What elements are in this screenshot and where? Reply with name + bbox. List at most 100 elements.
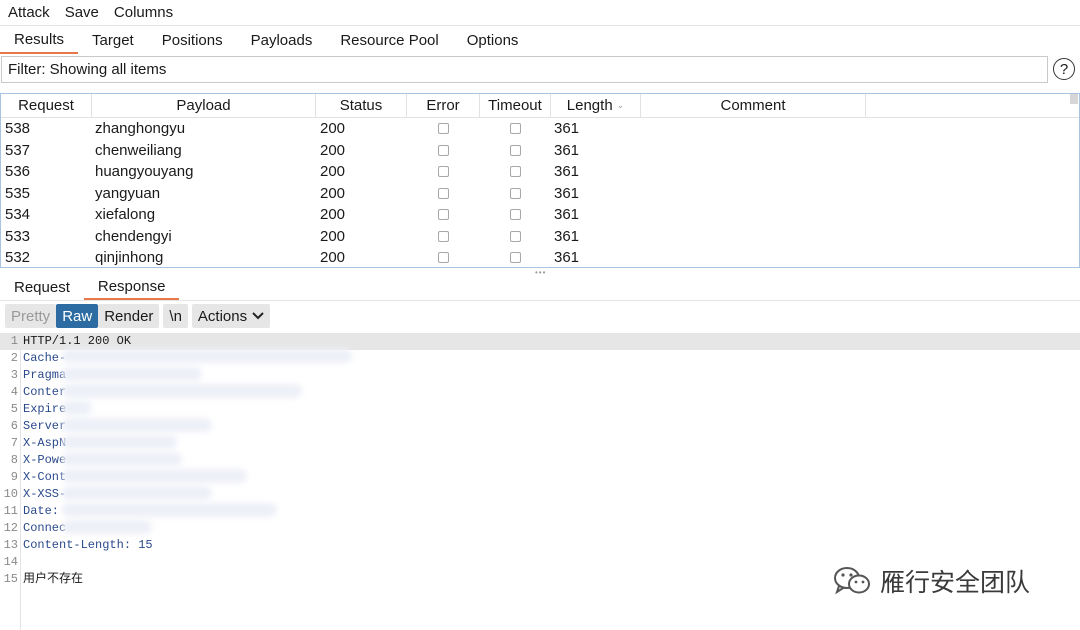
cell-timeout xyxy=(480,140,551,162)
cell-payload: yangyuan xyxy=(95,184,161,202)
line-number: 11 xyxy=(3,504,18,518)
cell-request: 538 xyxy=(5,120,31,138)
cell-length: 361 xyxy=(554,120,580,138)
line-text: Connec xyxy=(23,521,67,535)
line-number: 10 xyxy=(3,487,18,501)
cell-timeout xyxy=(480,161,551,183)
error-checkbox[interactable] xyxy=(438,187,449,199)
tab-request[interactable]: Request xyxy=(0,274,84,300)
cell-timeout xyxy=(480,204,551,226)
cell-error xyxy=(407,118,480,140)
table-row[interactable]: 535 yangyuan 200 361 xyxy=(1,183,1071,205)
table-row[interactable]: 534 xiefalong 200 361 xyxy=(1,204,1071,226)
render-button[interactable]: Render xyxy=(98,304,160,328)
cell-length: 361 xyxy=(554,227,580,245)
cell-comment xyxy=(644,140,864,162)
cell-timeout xyxy=(480,247,551,267)
filter-bar[interactable]: Filter: Showing all items xyxy=(1,56,1048,83)
line-text: Server xyxy=(23,419,67,433)
timeout-checkbox[interactable] xyxy=(510,209,521,221)
pretty-button[interactable]: Pretty xyxy=(5,304,57,328)
line-number: 1 xyxy=(10,334,18,348)
cell-error xyxy=(407,161,480,183)
cell-payload: chendengyi xyxy=(95,227,172,245)
error-checkbox[interactable] xyxy=(438,123,449,135)
error-checkbox[interactable] xyxy=(438,252,449,264)
table-row[interactable]: 532 qinjinhong 200 361 xyxy=(1,247,1071,267)
timeout-checkbox[interactable] xyxy=(510,144,521,156)
line-text: X-AspN xyxy=(23,436,67,450)
cell-request: 533 xyxy=(5,227,31,245)
cell-request: 536 xyxy=(5,163,31,181)
error-checkbox[interactable] xyxy=(438,166,449,178)
timeout-checkbox[interactable] xyxy=(510,187,521,199)
actions-button[interactable]: Actions xyxy=(191,304,271,328)
cell-length: 361 xyxy=(554,163,580,181)
cell-payload: zhanghongyu xyxy=(95,120,186,138)
cell-status: 200 xyxy=(320,249,346,267)
cell-comment xyxy=(644,118,864,140)
table-scrollbar[interactable] xyxy=(1070,94,1078,104)
table-row[interactable]: 537 chenweiliang 200 361 xyxy=(1,140,1071,162)
menu-attack[interactable]: Attack xyxy=(0,4,57,21)
help-icon[interactable]: ? xyxy=(1053,58,1075,80)
timeout-checkbox[interactable] xyxy=(510,123,521,135)
table-row[interactable]: 538 zhanghongyu 200 361 xyxy=(1,118,1071,140)
watermark-text: 雁行安全团队 xyxy=(880,568,1031,597)
menu-save[interactable]: Save xyxy=(57,4,106,21)
column-request[interactable]: Request xyxy=(1,94,92,117)
cell-length: 361 xyxy=(554,141,580,159)
column-payload[interactable]: Payload xyxy=(92,94,316,117)
cell-payload: xiefalong xyxy=(95,206,156,224)
watermark: 雁行安全团队 xyxy=(832,563,1030,599)
line-text: 用户不存在 xyxy=(23,572,84,586)
cell-request: 537 xyxy=(5,141,31,159)
column-timeout[interactable]: Timeout xyxy=(480,94,551,117)
cell-error xyxy=(407,226,480,248)
tab-results[interactable]: Results xyxy=(0,26,79,54)
cell-comment xyxy=(644,204,864,226)
column-comment[interactable]: Comment xyxy=(641,94,866,117)
cell-status: 200 xyxy=(320,227,346,245)
cell-length: 361 xyxy=(554,206,580,224)
table-row[interactable]: 533 chendengyi 200 361 xyxy=(1,226,1071,248)
line-number: 2 xyxy=(10,351,18,365)
message-tabs: Request Response xyxy=(0,274,1080,301)
newline-button[interactable]: \n xyxy=(163,304,188,328)
timeout-checkbox[interactable] xyxy=(510,252,521,264)
line-text: X-Powe xyxy=(23,453,67,467)
timeout-checkbox[interactable] xyxy=(510,230,521,242)
response-toolbar: Pretty Raw Render \n Actions xyxy=(5,304,271,328)
column-length[interactable]: Length ⌄ xyxy=(551,94,641,117)
results-table: Request Payload Status Error Timeout Len… xyxy=(0,93,1080,268)
code-line: 13 Content-Length: 15 xyxy=(0,537,1080,554)
cell-comment xyxy=(644,183,864,205)
tab-payloads[interactable]: Payloads xyxy=(237,26,327,54)
cell-timeout xyxy=(480,118,551,140)
timeout-checkbox[interactable] xyxy=(510,166,521,178)
line-number: 7 xyxy=(10,436,18,450)
wechat-icon xyxy=(834,567,870,595)
raw-button[interactable]: Raw xyxy=(56,304,99,328)
error-checkbox[interactable] xyxy=(438,144,449,156)
menu-columns[interactable]: Columns xyxy=(106,4,180,21)
tab-positions[interactable]: Positions xyxy=(148,26,237,54)
tab-options[interactable]: Options xyxy=(453,26,533,54)
cell-request: 534 xyxy=(5,206,31,224)
line-text: HTTP/1.1 200 OK xyxy=(23,334,132,348)
line-text: X-XSS- xyxy=(23,487,67,501)
error-checkbox[interactable] xyxy=(438,230,449,242)
tab-response[interactable]: Response xyxy=(83,274,180,300)
tab-resource-pool[interactable]: Resource Pool xyxy=(326,26,452,54)
column-error[interactable]: Error xyxy=(407,94,480,117)
tab-target[interactable]: Target xyxy=(78,26,148,54)
line-text: Content-Length: 15 xyxy=(23,538,153,552)
code-line: 1 HTTP/1.1 200 OK xyxy=(0,333,1080,350)
cell-error xyxy=(407,247,480,267)
line-number: 14 xyxy=(3,555,18,569)
line-text: Conter xyxy=(23,385,67,399)
error-checkbox[interactable] xyxy=(438,209,449,221)
table-row[interactable]: 536 huangyouyang 200 361 xyxy=(1,161,1071,183)
column-status[interactable]: Status xyxy=(316,94,407,117)
cell-payload: qinjinhong xyxy=(95,249,164,267)
